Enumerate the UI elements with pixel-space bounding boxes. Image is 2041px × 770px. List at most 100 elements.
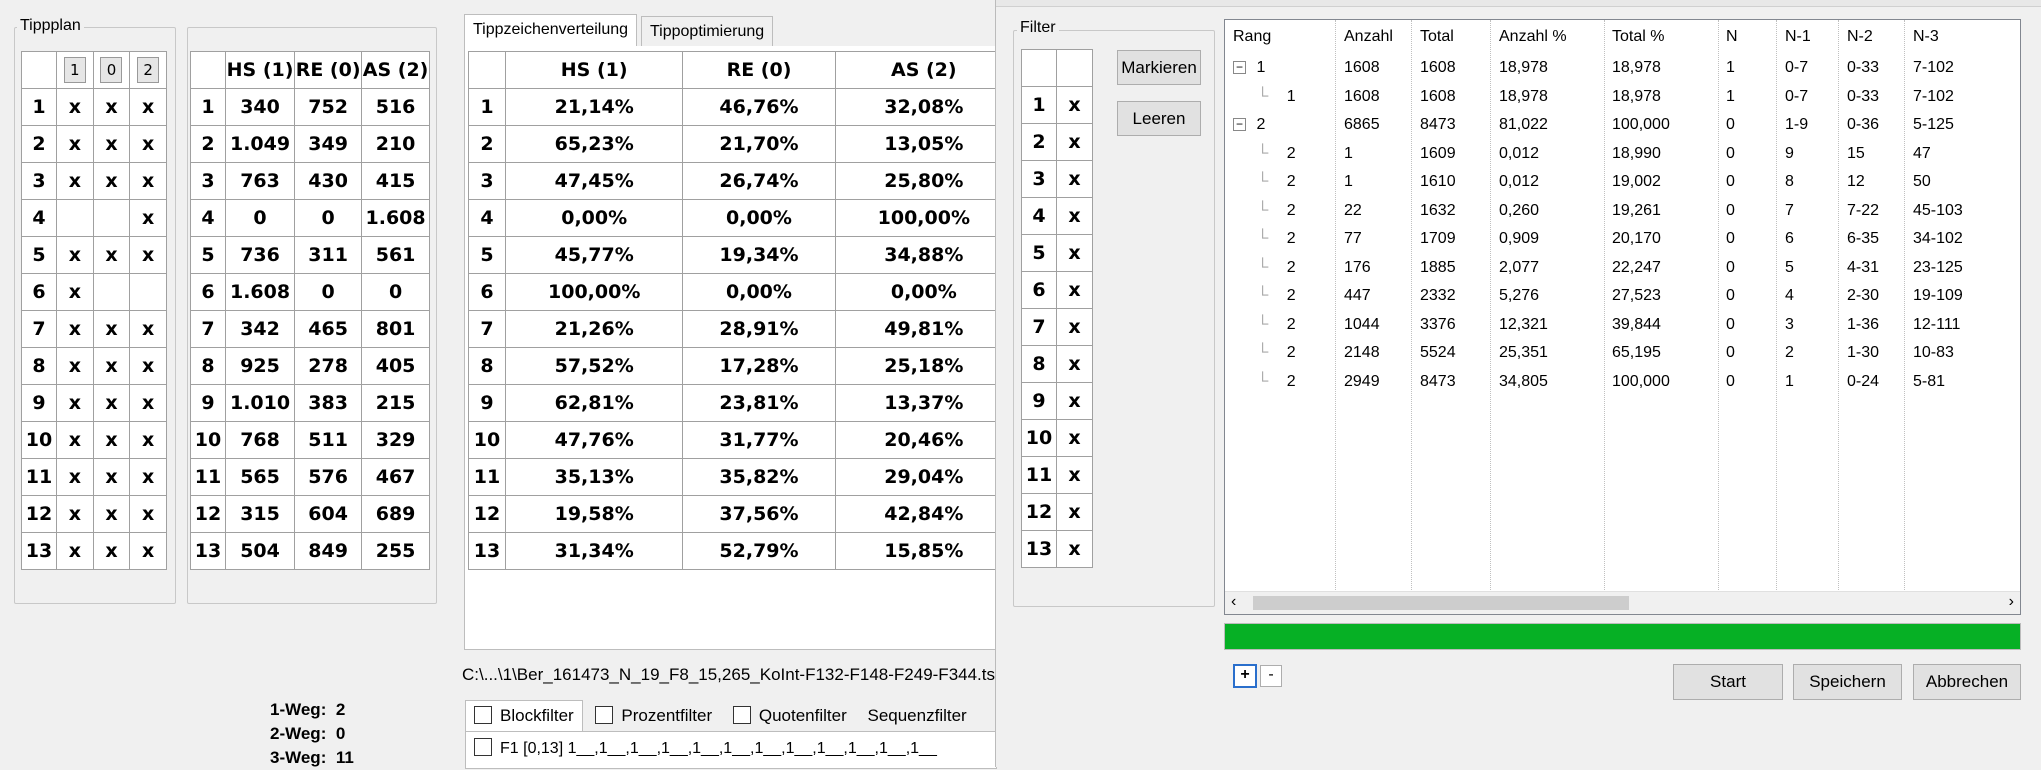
tab-tippoptimierung[interactable]: Tippoptimierung <box>641 16 774 48</box>
tab-tippzeichenverteilung[interactable]: Tippzeichenverteilung <box>464 14 638 48</box>
collapse-icon[interactable]: − <box>1233 118 1246 131</box>
tree-row-rang[interactable]: └ 2 <box>1257 282 1296 310</box>
tree-row-rang[interactable]: └ 2 <box>1257 339 1296 367</box>
collapse-icon[interactable]: − <box>1233 61 1246 74</box>
speichern-button[interactable]: Speichern <box>1793 664 1902 700</box>
tippplan-cell[interactable]: x <box>129 310 167 348</box>
tree-row-rang[interactable]: − 1 <box>1233 54 1265 82</box>
filter-cell[interactable]: x <box>1056 197 1093 235</box>
tippplan-cell[interactable]: x <box>92 236 131 274</box>
filter-cell[interactable]: x <box>1056 419 1093 457</box>
tree-col-header[interactable]: N-2 <box>1847 23 1873 51</box>
filter-cell[interactable]: x <box>1056 86 1093 124</box>
tippplan-cell[interactable]: x <box>56 273 94 311</box>
tippplan-cell[interactable]: x <box>129 347 167 385</box>
tree-row-rang[interactable]: └ 1 <box>1257 83 1296 111</box>
tippplan-cell[interactable]: x <box>92 458 131 496</box>
tippplan-cell[interactable]: x <box>56 421 94 459</box>
tab-blockfilter[interactable]: Blockfilter <box>465 700 583 731</box>
tippplan-cell[interactable]: x <box>56 162 94 200</box>
tippplan-cell[interactable]: x <box>129 532 167 570</box>
tippplan-cell[interactable]: x <box>56 458 94 496</box>
tree-row-rang[interactable]: └ 2 <box>1257 311 1296 339</box>
start-button[interactable]: Start <box>1673 664 1783 700</box>
tree-col-header[interactable]: Anzahl % <box>1499 23 1567 51</box>
abbrechen-button[interactable]: Abbrechen <box>1913 664 2021 700</box>
filter-cell[interactable]: x <box>1056 160 1093 198</box>
tippplan-cell[interactable]: x <box>56 532 94 570</box>
tab-sequenzfilter[interactable]: Sequenzfilter <box>859 701 974 731</box>
result-tree[interactable]: Rang Anzahl Total Anzahl % Total % N N-1 N-2 N-3… <box>1224 19 2021 615</box>
tree-col-header[interactable]: Total % <box>1612 23 1664 51</box>
tippplan-cell[interactable]: x <box>92 125 131 163</box>
filter-cell[interactable]: x <box>1056 345 1093 383</box>
tree-row-rang[interactable]: − 2 <box>1233 111 1265 139</box>
markieren-button[interactable]: Markieren <box>1117 50 1201 85</box>
quotenfilter-checkbox[interactable] <box>732 706 751 724</box>
tippplan-cell[interactable]: x <box>56 236 94 274</box>
tab-prozentfilter[interactable]: Prozentfilter <box>587 701 720 731</box>
tippplan-cell[interactable]: x <box>56 88 94 126</box>
tippplan-cell[interactable]: x <box>92 88 131 126</box>
filter-cell[interactable]: x <box>1056 530 1093 568</box>
filter-cell[interactable]: x <box>1056 456 1093 494</box>
tippplan-cell[interactable]: x <box>129 421 167 459</box>
tippplan-cell[interactable]: x <box>56 384 94 422</box>
filter-cell[interactable]: x <box>1056 308 1093 346</box>
tippplan-cell[interactable]: x <box>92 347 131 385</box>
scroll-left-icon[interactable]: ‹ <box>1231 593 1236 611</box>
tippplan-cell[interactable] <box>56 199 94 237</box>
tippplan-cell[interactable]: x <box>92 532 131 570</box>
tree-col-header[interactable]: N <box>1726 23 1738 51</box>
filter-cell[interactable]: x <box>1056 234 1093 272</box>
tippplan-cell[interactable] <box>92 273 131 311</box>
tippplan-col-button[interactable]: 0 <box>100 57 123 83</box>
tippplan-cell[interactable]: x <box>92 384 131 422</box>
tippplan-cell[interactable]: x <box>56 495 94 533</box>
tippplan-cell[interactable]: x <box>129 125 167 163</box>
tippplan-cell[interactable]: x <box>129 236 167 274</box>
tree-row-rang[interactable]: └ 2 <box>1257 197 1296 225</box>
tippplan-col-button[interactable]: 2 <box>137 57 160 83</box>
scroll-right-icon[interactable]: › <box>2009 593 2014 611</box>
horizontal-scrollbar[interactable]: ‹ › <box>1225 591 2020 614</box>
tree-row-rang[interactable]: └ 2 <box>1257 368 1296 396</box>
tree-row-rang[interactable]: └ 2 <box>1257 140 1296 168</box>
tree-col-header[interactable]: N-3 <box>1913 23 1939 51</box>
filter-cell[interactable]: x <box>1056 493 1093 531</box>
tippplan-cell[interactable]: x <box>92 310 131 348</box>
tippplan-cell[interactable]: x <box>92 421 131 459</box>
tippplan-cell[interactable]: x <box>129 384 167 422</box>
scrollbar-thumb[interactable] <box>1253 596 1629 610</box>
tippplan-cell[interactable]: x <box>129 162 167 200</box>
tree-row-rang[interactable]: └ 2 <box>1257 254 1296 282</box>
collapse-all-button[interactable]: - <box>1260 665 1282 687</box>
tippplan-cell[interactable]: x <box>92 495 131 533</box>
tippplan-cell[interactable]: x <box>56 347 94 385</box>
blockfilter-checkbox[interactable] <box>474 706 492 724</box>
tippplan-cell[interactable]: x <box>129 495 167 533</box>
prozentfilter-checkbox[interactable] <box>595 706 614 724</box>
tree-row-rang[interactable]: └ 2 <box>1257 168 1296 196</box>
tippplan-cell[interactable]: x <box>129 458 167 496</box>
filter-cell[interactable]: x <box>1056 271 1093 309</box>
filter-cell[interactable]: x <box>1056 382 1093 420</box>
tree-col-header[interactable]: N-1 <box>1785 23 1811 51</box>
tree-row-rang[interactable]: └ 2 <box>1257 225 1296 253</box>
tippplan-cell[interactable]: x <box>56 310 94 348</box>
tippplan-cell[interactable] <box>92 199 131 237</box>
tippplan-cell[interactable]: x <box>56 125 94 163</box>
tree-col-header[interactable]: Total <box>1420 23 1454 51</box>
filter-col-header[interactable] <box>1056 49 1093 87</box>
tippplan-cell[interactable]: x <box>92 162 131 200</box>
filter-cell[interactable]: x <box>1056 123 1093 161</box>
tree-col-header[interactable]: Anzahl <box>1344 23 1393 51</box>
tippplan-cell[interactable]: x <box>129 88 167 126</box>
tippplan-cell[interactable] <box>129 273 167 311</box>
filter-row-checkbox[interactable] <box>474 738 492 756</box>
tippplan-cell[interactable]: x <box>129 199 167 237</box>
tab-quotenfilter[interactable]: Quotenfilter <box>725 701 855 731</box>
expand-all-button[interactable]: + <box>1233 664 1257 688</box>
tree-col-header[interactable]: Rang <box>1233 23 1271 51</box>
leeren-button[interactable]: Leeren <box>1117 101 1201 136</box>
